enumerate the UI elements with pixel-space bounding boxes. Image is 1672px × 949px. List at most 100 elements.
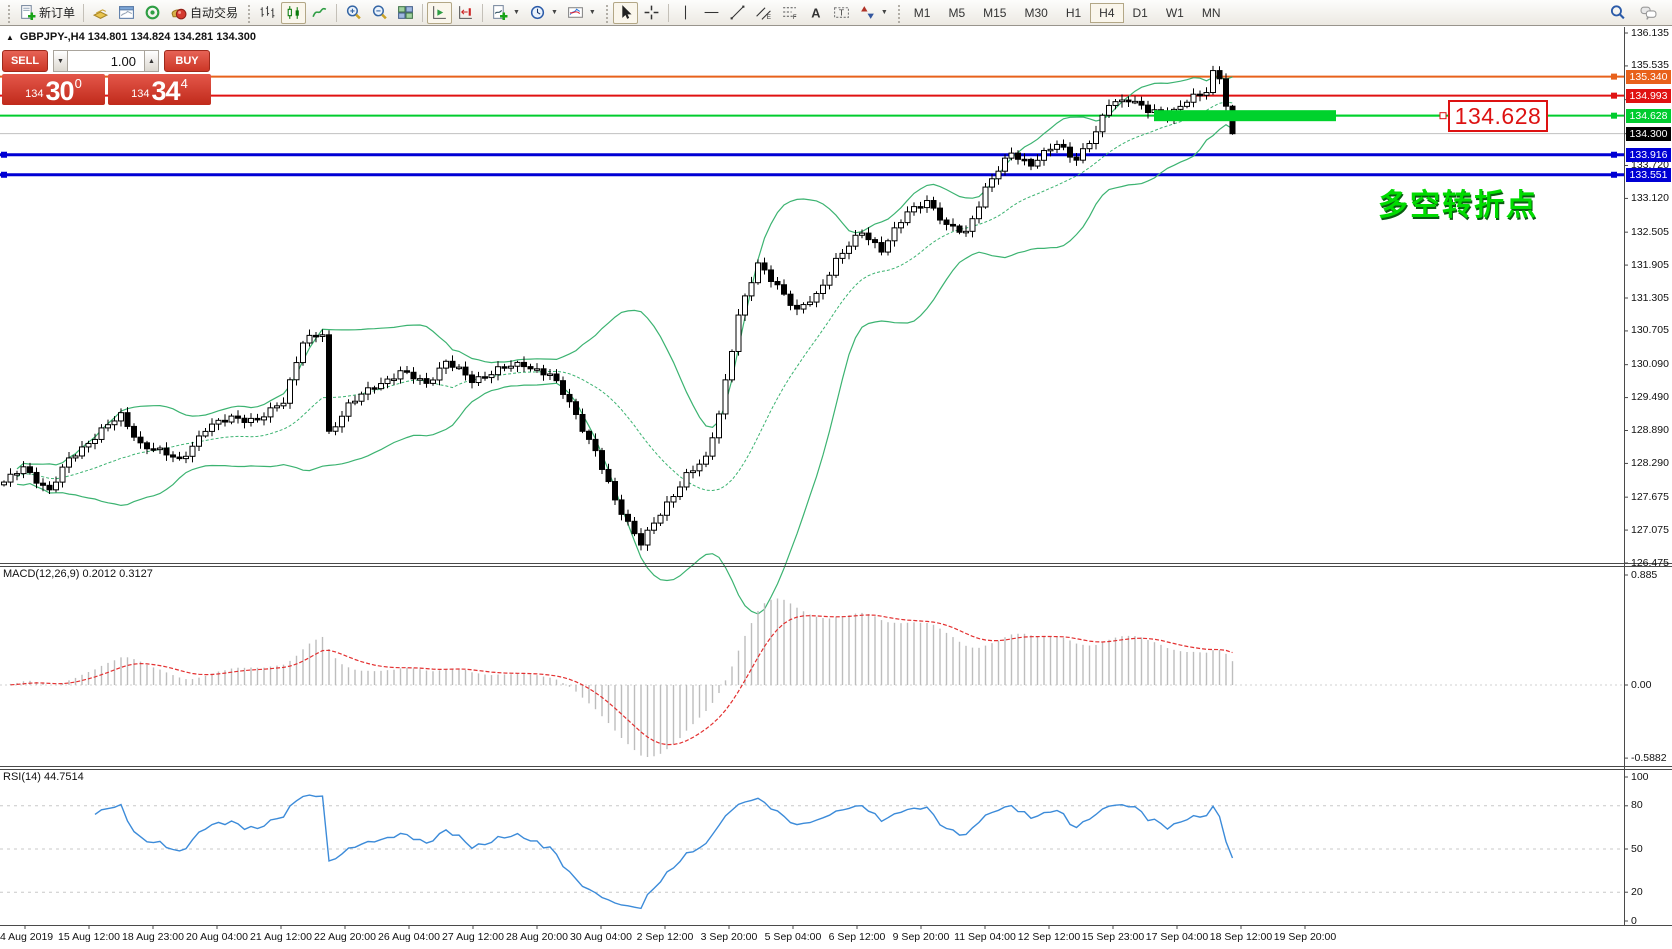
toolbar-drag-handle[interactable] xyxy=(246,3,251,23)
quote-line: ▲ GBPJPY-,H4 134.801 134.824 134.281 134… xyxy=(6,31,256,43)
buy-price-small: 134 xyxy=(131,88,149,100)
templates-button[interactable]: ▼ xyxy=(563,2,600,24)
arrows-icon xyxy=(859,4,876,21)
collapse-panel-arrow[interactable]: ▲ xyxy=(6,33,14,42)
navigator-button[interactable] xyxy=(140,2,165,24)
trade-controls-row: SELL ▼ 1.00 ▲ BUY xyxy=(2,50,222,72)
macd-scale-label: -0.5882 xyxy=(1631,752,1667,765)
price-tick-label: 132.505 xyxy=(1631,226,1669,239)
price-level-badge[interactable]: 134.993 xyxy=(1626,89,1671,103)
sell-button[interactable]: SELL xyxy=(2,50,48,72)
label-icon: T xyxy=(833,4,850,21)
periods-button[interactable]: ▼ xyxy=(525,2,562,24)
volume-decrease-button[interactable]: ▼ xyxy=(53,50,68,72)
chart-shift-button[interactable] xyxy=(453,2,478,24)
date-tick-label: 2 Sep 12:00 xyxy=(637,931,694,943)
candlestick-chart-type-button[interactable] xyxy=(281,2,306,24)
chat-button[interactable] xyxy=(1636,2,1661,24)
trendline-button[interactable] xyxy=(725,2,750,24)
zoom-out-icon xyxy=(371,4,388,21)
indicators-icon xyxy=(491,4,508,21)
level-lines-layer[interactable] xyxy=(0,74,1624,178)
toolbar-drag-handle[interactable] xyxy=(6,3,11,23)
market-watch-button[interactable] xyxy=(88,2,113,24)
equidistant-channel-button[interactable]: E xyxy=(751,2,776,24)
price-tick-label: 128.290 xyxy=(1631,457,1669,470)
turning-point-annotation[interactable]: 多空转折点 xyxy=(1378,180,1538,224)
search-button[interactable] xyxy=(1605,2,1630,24)
toolbar-separator xyxy=(83,4,84,22)
date-tick-label: 5 Sep 04:00 xyxy=(765,931,822,943)
chevron-down-icon: ▼ xyxy=(551,9,558,16)
timeframe-button-mn[interactable]: MN xyxy=(1193,3,1230,23)
horizontal-line-icon xyxy=(703,4,720,21)
date-tick-label: 9 Sep 20:00 xyxy=(893,931,950,943)
volume-increase-button[interactable]: ▲ xyxy=(144,50,159,72)
date-tick-label: 22 Aug 20:00 xyxy=(314,931,376,943)
horizontal-line-button[interactable] xyxy=(699,2,724,24)
rsi-scale-label: 100 xyxy=(1631,771,1649,784)
line-chart-icon xyxy=(311,4,328,21)
chart-window-button[interactable] xyxy=(114,2,139,24)
tile-windows-button[interactable] xyxy=(393,2,418,24)
chevron-down-icon: ▼ xyxy=(881,9,888,16)
buy-button[interactable]: BUY xyxy=(164,50,210,72)
fibonacci-button[interactable]: F xyxy=(777,2,802,24)
price-level-badge[interactable]: 135.340 xyxy=(1626,70,1671,84)
toolbar-drag-handle[interactable] xyxy=(604,3,609,23)
navigator-icon xyxy=(144,4,161,21)
timeframe-toolbar: M1M5M15M30H1H4D1W1MN xyxy=(905,3,1230,23)
timeframe-button-d1[interactable]: D1 xyxy=(1124,3,1157,23)
cursor-button[interactable] xyxy=(613,2,638,24)
timeframe-button-m5[interactable]: M5 xyxy=(939,3,974,23)
svg-text:A: A xyxy=(811,5,820,20)
macd-indicator-label: MACD(12,26,9) 0.2012 0.3127 xyxy=(3,568,153,580)
line-chart-type-button[interactable] xyxy=(307,2,332,24)
timeframe-button-h1[interactable]: H1 xyxy=(1057,3,1090,23)
bar-chart-type-button[interactable] xyxy=(255,2,280,24)
volume-input[interactable]: 1.00 xyxy=(68,50,144,72)
crosshair-icon xyxy=(643,4,660,21)
zoom-in-button[interactable] xyxy=(341,2,366,24)
buy-price-box[interactable]: 134344 xyxy=(108,74,211,105)
auto-scroll-button[interactable] xyxy=(427,2,452,24)
vertical-line-icon xyxy=(677,4,694,21)
price-level-badge[interactable]: 134.628 xyxy=(1626,109,1671,123)
sell-price-box[interactable]: 134300 xyxy=(2,74,105,105)
text-button[interactable]: A xyxy=(803,2,828,24)
crosshair-button[interactable] xyxy=(639,2,664,24)
toolbar-separator xyxy=(336,4,337,22)
buy-price-sup: 4 xyxy=(181,76,188,91)
chat-icon xyxy=(1640,4,1657,21)
chart-canvas[interactable] xyxy=(0,27,1672,949)
timeframe-button-m15[interactable]: M15 xyxy=(974,3,1015,23)
autotrading-button[interactable]: 自动交易 xyxy=(166,2,242,24)
price-tick-label: 128.890 xyxy=(1631,424,1669,437)
price-level-badge[interactable]: 133.916 xyxy=(1626,148,1671,162)
buy-price-big: 34 xyxy=(152,78,180,104)
annotations-layer xyxy=(0,27,1672,929)
toolbar-right-group xyxy=(1605,2,1669,24)
zoom-in-icon xyxy=(345,4,362,21)
search-icon xyxy=(1609,4,1626,21)
price-callout-box[interactable]: 134.628 xyxy=(1448,100,1548,132)
toolbar-drag-handle[interactable] xyxy=(896,3,901,23)
chart-area: ▲ GBPJPY-,H4 134.801 134.824 134.281 134… xyxy=(0,27,1672,949)
svg-text:T: T xyxy=(839,8,844,18)
fibonacci-icon: F xyxy=(781,4,798,21)
zoom-out-button[interactable] xyxy=(367,2,392,24)
arrows-button[interactable]: ▼ xyxy=(855,2,892,24)
timeframe-button-m30[interactable]: M30 xyxy=(1015,3,1056,23)
timeframe-button-h4[interactable]: H4 xyxy=(1090,3,1123,23)
bollinger-bands-layer xyxy=(17,77,1233,614)
timeframe-button-m1[interactable]: M1 xyxy=(905,3,940,23)
timeframe-button-w1[interactable]: W1 xyxy=(1157,3,1193,23)
price-level-badge[interactable]: 133.551 xyxy=(1626,168,1671,182)
price-level-badge[interactable]: 134.300 xyxy=(1626,127,1671,141)
new-order-button[interactable]: 新订单 xyxy=(15,2,79,24)
price-tick-label: 130.705 xyxy=(1631,324,1669,337)
sell-price-big: 30 xyxy=(46,78,74,104)
text-label-button[interactable]: T xyxy=(829,2,854,24)
indicators-button[interactable]: ▼ xyxy=(487,2,524,24)
vertical-line-button[interactable] xyxy=(673,2,698,24)
